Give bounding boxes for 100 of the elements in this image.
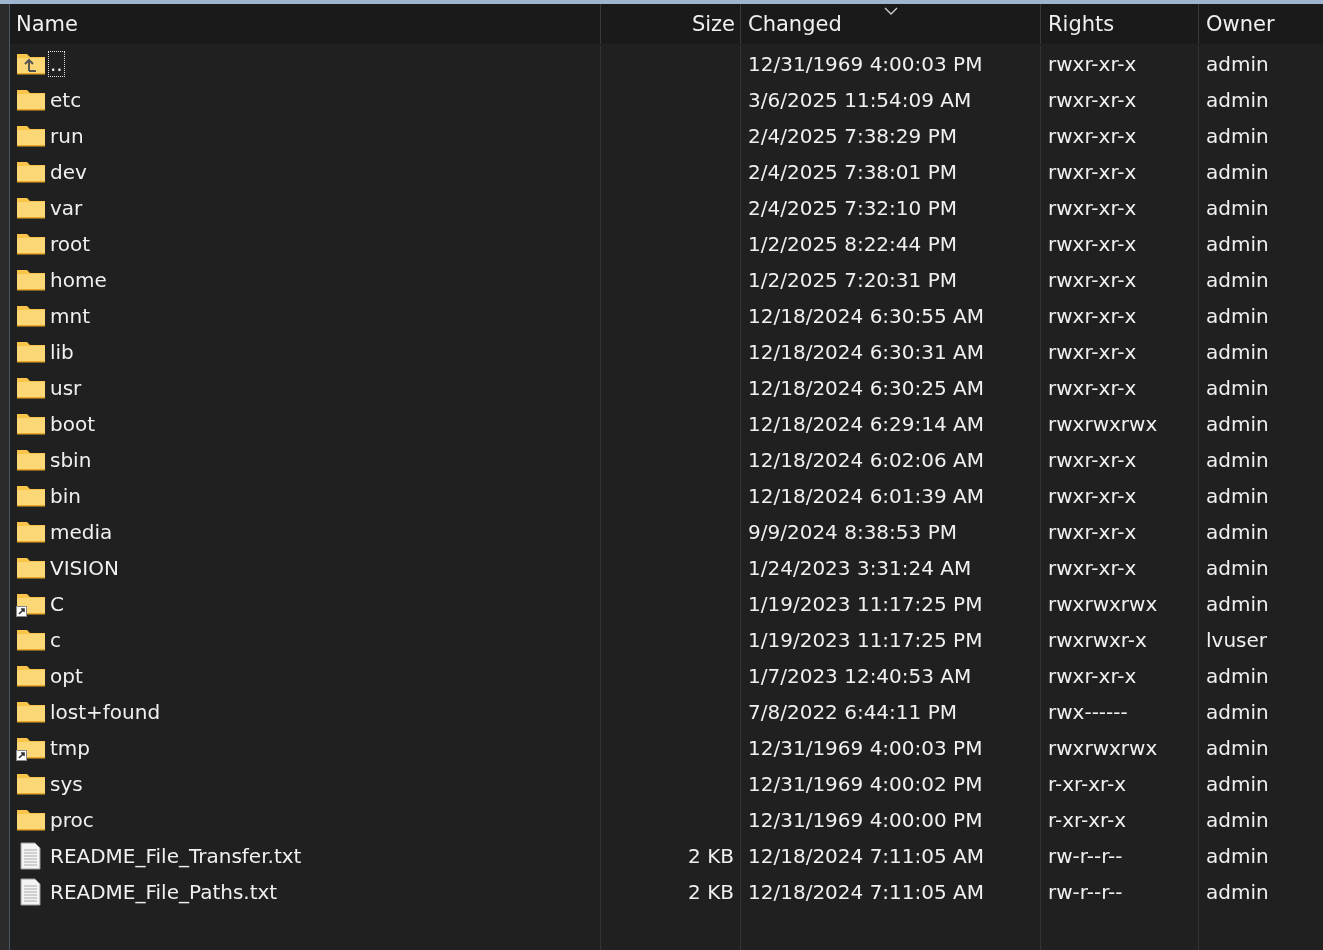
modified-date: 12/18/2024 7:11:05 AM bbox=[748, 844, 985, 868]
column-header[interactable]: Changed bbox=[741, 4, 1041, 44]
file-name[interactable]: opt bbox=[49, 664, 84, 688]
owner-name: admin bbox=[1206, 700, 1269, 724]
folder-icon bbox=[16, 483, 46, 509]
permissions: rwxrwxrwx bbox=[1048, 412, 1158, 436]
folder-icon bbox=[16, 663, 46, 689]
permissions: rwxrwxrwx bbox=[1048, 592, 1158, 616]
folder-icon bbox=[16, 231, 46, 257]
permissions: rwxr-xr-x bbox=[1048, 196, 1137, 220]
permissions: rwxrwxrwx bbox=[1048, 736, 1158, 760]
folder-icon bbox=[16, 195, 46, 221]
modified-date: 1/19/2023 11:17:25 PM bbox=[748, 592, 983, 616]
permissions: rw-r--r-- bbox=[1048, 844, 1123, 868]
file-name[interactable]: mnt bbox=[49, 304, 91, 328]
file-size: 2 KB bbox=[688, 880, 734, 904]
owner-name: lvuser bbox=[1206, 628, 1267, 652]
owner-name: admin bbox=[1206, 736, 1269, 760]
permissions: rwxr-xr-x bbox=[1048, 448, 1137, 472]
column-header[interactable]: Name bbox=[10, 4, 601, 44]
permissions: rwxr-xr-x bbox=[1048, 160, 1137, 184]
sort-caret-icon bbox=[883, 7, 898, 15]
file-name[interactable]: README_File_Transfer.txt bbox=[49, 844, 303, 868]
modified-date: 12/18/2024 6:29:14 AM bbox=[748, 412, 985, 436]
folder-icon bbox=[16, 375, 46, 401]
file-name[interactable]: .. bbox=[49, 52, 64, 76]
modified-date: 3/6/2025 11:54:09 AM bbox=[748, 88, 972, 112]
permissions: r-xr-xr-x bbox=[1048, 808, 1126, 832]
owner-name: admin bbox=[1206, 448, 1269, 472]
permissions: rwxr-xr-x bbox=[1048, 664, 1137, 688]
owner-name: admin bbox=[1206, 88, 1269, 112]
modified-date: 7/8/2022 6:44:11 PM bbox=[748, 700, 957, 724]
permissions: rwx------ bbox=[1048, 700, 1128, 724]
folder-icon bbox=[16, 699, 46, 725]
permissions: rw-r--r-- bbox=[1048, 880, 1123, 904]
file-name[interactable]: sbin bbox=[49, 448, 93, 472]
file-name[interactable]: lib bbox=[49, 340, 75, 364]
folder-shortcut-icon bbox=[16, 591, 46, 617]
modified-date: 1/2/2025 8:22:44 PM bbox=[748, 232, 957, 256]
file-name[interactable]: run bbox=[49, 124, 85, 148]
folder-icon bbox=[16, 303, 46, 329]
file-name[interactable]: proc bbox=[49, 808, 95, 832]
file-name[interactable]: boot bbox=[49, 412, 96, 436]
file-name[interactable]: README_File_Paths.txt bbox=[49, 880, 279, 904]
file-name[interactable]: root bbox=[49, 232, 92, 256]
modified-date: 12/31/1969 4:00:03 PM bbox=[748, 736, 983, 760]
owner-name: admin bbox=[1206, 232, 1269, 256]
folder-icon bbox=[16, 807, 46, 833]
owner-name: admin bbox=[1206, 304, 1269, 328]
folder-icon bbox=[16, 447, 46, 473]
file-name[interactable]: usr bbox=[49, 376, 83, 400]
modified-date: 12/31/1969 4:00:00 PM bbox=[748, 808, 983, 832]
file-name[interactable]: lost+found bbox=[49, 700, 162, 724]
permissions: rwxr-xr-x bbox=[1048, 556, 1137, 580]
owner-name: admin bbox=[1206, 520, 1269, 544]
owner-name: admin bbox=[1206, 376, 1269, 400]
modified-date: 1/24/2023 3:31:24 AM bbox=[748, 556, 972, 580]
modified-date: 1/7/2023 12:40:53 AM bbox=[748, 664, 972, 688]
owner-name: admin bbox=[1206, 52, 1269, 76]
permissions: rwxr-xr-x bbox=[1048, 88, 1137, 112]
file-name[interactable]: VISION bbox=[49, 556, 120, 580]
file-name[interactable]: C bbox=[49, 592, 65, 616]
permissions: rwxr-xr-x bbox=[1048, 340, 1137, 364]
modified-date: 2/4/2025 7:38:01 PM bbox=[748, 160, 957, 184]
permissions: rwxr-xr-x bbox=[1048, 484, 1137, 508]
folder-shortcut-icon bbox=[16, 735, 46, 761]
owner-name: admin bbox=[1206, 124, 1269, 148]
folder-icon bbox=[16, 411, 46, 437]
modified-date: 12/18/2024 6:01:39 AM bbox=[748, 484, 985, 508]
owner-name: admin bbox=[1206, 484, 1269, 508]
modified-date: 12/18/2024 6:30:55 AM bbox=[748, 304, 985, 328]
owner-name: admin bbox=[1206, 808, 1269, 832]
column-header[interactable]: Rights bbox=[1041, 4, 1199, 44]
file-name[interactable]: dev bbox=[49, 160, 88, 184]
folder-icon bbox=[16, 339, 46, 365]
file-name[interactable]: var bbox=[49, 196, 84, 220]
folder-icon bbox=[16, 267, 46, 293]
modified-date: 2/4/2025 7:38:29 PM bbox=[748, 124, 957, 148]
permissions: rwxr-xr-x bbox=[1048, 268, 1137, 292]
permissions: rwxrwxr-x bbox=[1048, 628, 1147, 652]
modified-date: 12/31/1969 4:00:02 PM bbox=[748, 772, 983, 796]
file-name[interactable]: media bbox=[49, 520, 114, 544]
permissions: rwxr-xr-x bbox=[1048, 376, 1137, 400]
folder-icon bbox=[16, 123, 46, 149]
permissions: rwxr-xr-x bbox=[1048, 52, 1137, 76]
modified-date: 12/31/1969 4:00:03 PM bbox=[748, 52, 983, 76]
column-header[interactable]: Owner bbox=[1199, 4, 1323, 44]
owner-name: admin bbox=[1206, 268, 1269, 292]
permissions: rwxr-xr-x bbox=[1048, 124, 1137, 148]
file-name[interactable]: c bbox=[49, 628, 62, 652]
file-name[interactable]: sys bbox=[49, 772, 84, 796]
column-header[interactable]: Size bbox=[601, 4, 741, 44]
folder-icon bbox=[16, 159, 46, 185]
file-name[interactable]: home bbox=[49, 268, 108, 292]
owner-name: admin bbox=[1206, 160, 1269, 184]
modified-date: 12/18/2024 7:11:05 AM bbox=[748, 880, 985, 904]
file-name[interactable]: tmp bbox=[49, 736, 92, 760]
file-name[interactable]: etc bbox=[49, 88, 83, 112]
file-name[interactable]: bin bbox=[49, 484, 82, 508]
owner-name: admin bbox=[1206, 196, 1269, 220]
